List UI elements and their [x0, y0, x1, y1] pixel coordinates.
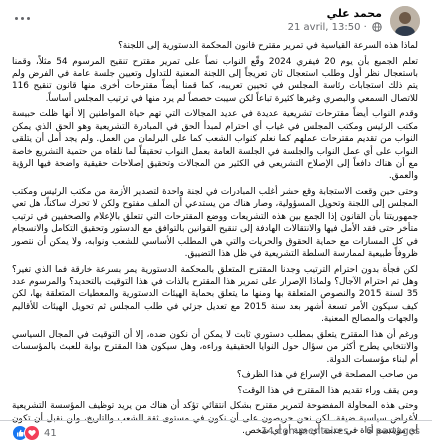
comments-count-link[interactable]: 14 commentaires: [261, 426, 349, 437]
avatar[interactable]: [390, 6, 420, 36]
post-paragraph: وحتى حين وقعت الاستجابة وقع حشر أغلب الم…: [12, 187, 418, 260]
post-paragraph: ورغم أن هذا المقترح يتعلق بمطلب دستوري ث…: [12, 329, 418, 365]
author-name[interactable]: محمد علي: [288, 6, 382, 21]
post-timestamp[interactable]: 21 avril, 13:50: [288, 22, 361, 33]
reactions-count: 41: [44, 427, 57, 439]
engagement-stats: 14 commentaires · 6 partages: [261, 426, 420, 437]
post-paragraph: من صاحب المصلحة في الإسراع في هذا الظرف؟: [236, 370, 418, 381]
author-block: محمد علي 21 avril, 13:50 ·: [288, 6, 382, 37]
stats-separator: ·: [355, 426, 359, 437]
post-footer: 41 14 commentaires · 6 partages: [0, 420, 432, 443]
post-paragraph: وقدم النواب أيضاً مقترحات تشريعية عديدة …: [12, 109, 418, 182]
facebook-post: محمد علي 21 avril, 13:50 · لماذا هذه الس…: [0, 0, 432, 443]
shares-count-link[interactable]: 6 partages: [366, 426, 420, 437]
more-options-icon[interactable]: [12, 10, 32, 26]
love-reaction-icon: [24, 425, 40, 441]
post-body: لماذا هذه السرعة القياسية في تمرير مقترح…: [12, 40, 418, 441]
post-paragraph: تعلم الجميع بأن يوم 20 فيفري 2024 وقّع ا…: [12, 56, 418, 104]
post-paragraph: لكن فجأة بدون احترام الترتيب وجدنا المقت…: [12, 264, 419, 325]
post-paragraph: ومن يقف وراء تقديم هذا المقترح في هذا ال…: [237, 385, 418, 396]
post-meta: 21 avril, 13:50 ·: [288, 21, 382, 37]
post-paragraph: لماذا هذه السرعة القياسية في تمرير مقترح…: [118, 41, 418, 51]
globe-icon: [372, 22, 382, 37]
post-header: محمد علي 21 avril, 13:50 ·: [12, 6, 420, 38]
reactions-summary[interactable]: 41: [12, 425, 57, 441]
meta-separator: ·: [363, 22, 367, 33]
